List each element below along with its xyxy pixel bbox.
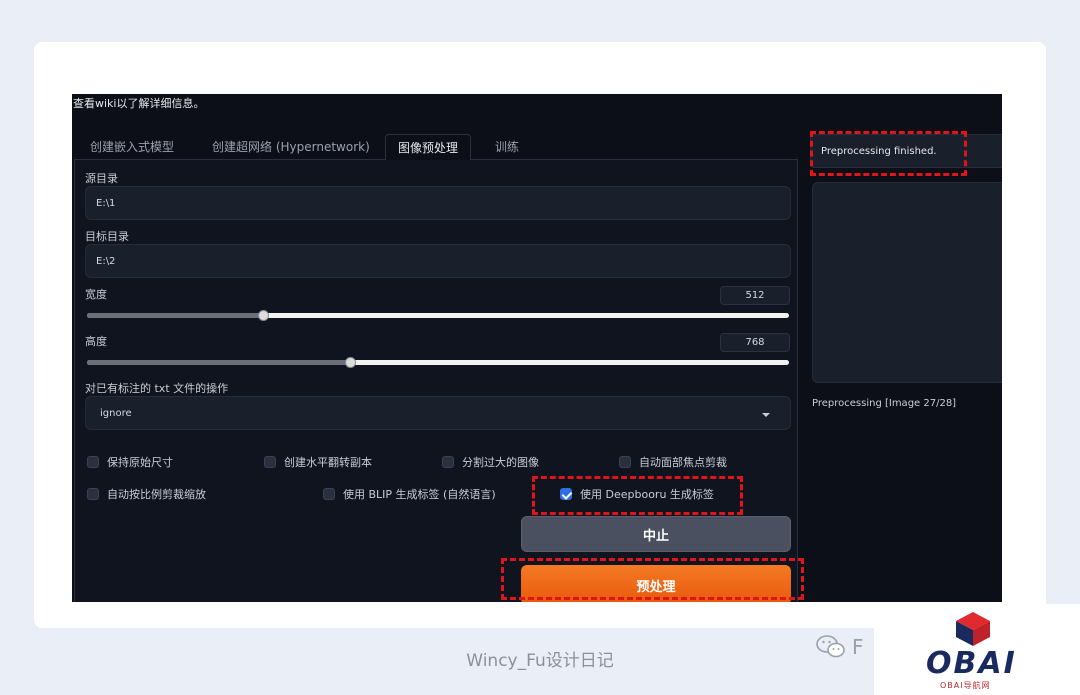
source-dir-input[interactable]: E:\1 bbox=[85, 186, 791, 220]
checkbox-focal-crop[interactable]: 自动面部焦点剪裁 bbox=[619, 454, 727, 470]
height-slider-handle[interactable] bbox=[345, 357, 357, 368]
height-slider-fill bbox=[87, 360, 351, 365]
caption-action-select[interactable]: ignore bbox=[85, 396, 791, 430]
width-label: 宽度 bbox=[85, 288, 107, 301]
interrupt-button[interactable]: 中止 bbox=[521, 516, 791, 552]
width-slider-handle[interactable] bbox=[257, 310, 269, 321]
preprocess-panel: 源目录 E:\1 目标目录 E:\2 宽度 512 高度 768 对已有标注的 … bbox=[74, 160, 798, 602]
logo-text: OBAI bbox=[926, 646, 1017, 681]
checkbox-label: 创建水平翻转副本 bbox=[284, 456, 372, 469]
checkbox-box[interactable] bbox=[323, 488, 335, 500]
wechat-watermark: F bbox=[816, 634, 864, 660]
height-number-input[interactable]: 768 bbox=[720, 333, 790, 352]
caption-action-value: ignore bbox=[100, 407, 132, 419]
checkbox-box[interactable] bbox=[442, 456, 454, 468]
target-dir-label: 目标目录 bbox=[85, 230, 129, 243]
image-output-area bbox=[812, 182, 1002, 383]
tab-preprocess-images[interactable]: 图像预处理 bbox=[385, 134, 472, 161]
source-dir-label: 源目录 bbox=[85, 172, 118, 185]
width-slider-fill bbox=[87, 313, 263, 318]
checkbox-keep-size[interactable]: 保持原始尺寸 bbox=[87, 454, 173, 470]
checkbox-label: 分割过大的图像 bbox=[462, 456, 539, 469]
tab-train[interactable]: 训练 bbox=[483, 134, 531, 161]
checkbox-label: 自动面部焦点剪裁 bbox=[639, 456, 727, 469]
checkbox-split-oversized[interactable]: 分割过大的图像 bbox=[442, 454, 539, 470]
highlight-preprocess bbox=[501, 558, 804, 600]
checkbox-blip-caption[interactable]: 使用 BLIP 生成标签 (自然语言) bbox=[323, 486, 496, 502]
tab-create-hypernetwork[interactable]: 创建超网络 (Hypernetwork) bbox=[200, 134, 382, 161]
width-number-input[interactable]: 512 bbox=[720, 286, 790, 305]
checkbox-label: 保持原始尺寸 bbox=[107, 456, 173, 469]
checkbox-label: 自动按比例剪裁缩放 bbox=[107, 488, 206, 501]
tab-bar: 创建嵌入式模型 创建超网络 (Hypernetwork) 图像预处理 训练 bbox=[74, 134, 798, 161]
checkbox-auto-crop[interactable]: 自动按比例剪裁缩放 bbox=[87, 486, 206, 502]
cube-logo-icon bbox=[956, 612, 990, 646]
height-slider[interactable] bbox=[87, 357, 789, 368]
target-dir-input[interactable]: E:\2 bbox=[85, 244, 791, 278]
wiki-hint: 查看wiki以了解详细信息。 bbox=[73, 97, 205, 110]
height-label: 高度 bbox=[85, 335, 107, 348]
wechat-icon bbox=[816, 634, 846, 660]
progress-text: Preprocessing [Image 27/28] bbox=[812, 398, 957, 409]
caption-action-label: 对已有标注的 txt 文件的操作 bbox=[85, 382, 229, 395]
obai-logo: OBAI OBAI导航网 bbox=[874, 604, 1080, 695]
chevron-down-icon bbox=[762, 413, 770, 417]
checkbox-box[interactable] bbox=[87, 456, 99, 468]
highlight-deepbooru bbox=[532, 476, 743, 515]
wechat-text: F bbox=[852, 635, 864, 659]
highlight-status bbox=[810, 131, 967, 176]
width-slider[interactable] bbox=[87, 310, 789, 321]
tab-create-embedding[interactable]: 创建嵌入式模型 bbox=[78, 134, 186, 161]
checkbox-flip-copy[interactable]: 创建水平翻转副本 bbox=[264, 454, 372, 470]
checkbox-box[interactable] bbox=[264, 456, 276, 468]
checkbox-box[interactable] bbox=[619, 456, 631, 468]
checkbox-label: 使用 BLIP 生成标签 (自然语言) bbox=[343, 488, 496, 501]
checkbox-box[interactable] bbox=[87, 488, 99, 500]
logo-subtitle: OBAI导航网 bbox=[940, 681, 991, 690]
